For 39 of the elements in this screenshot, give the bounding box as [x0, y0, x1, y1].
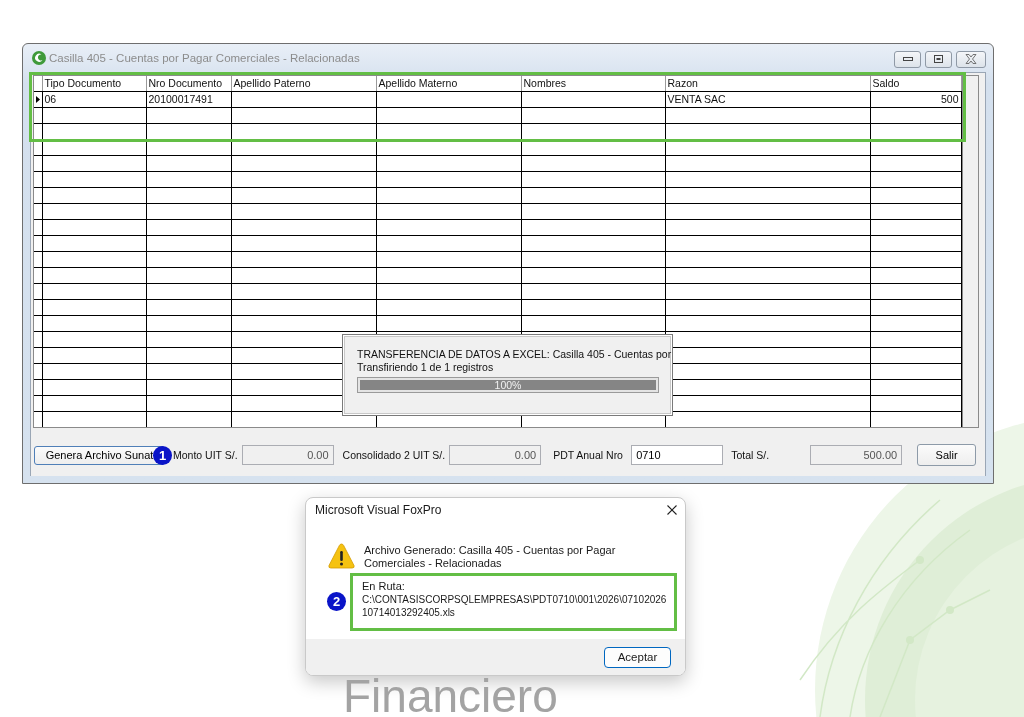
column-header[interactable]: Saldo: [870, 76, 961, 92]
table-cell: VENTA SAC: [665, 91, 870, 108]
window-title: Casilla 405 - Cuentas por Pagar Comerciales - Relacionadas: [49, 52, 360, 64]
dialog-title: Microsoft Visual FoxPro: [315, 503, 442, 517]
input-field[interactable]: 0710: [631, 445, 724, 465]
progress-message: TRANSFERENCIA DE DATOS A EXCEL: Casilla 405 - Cuentas por: [357, 348, 672, 361]
table-cell: 06: [42, 91, 146, 108]
route-label: En Ruta:: [362, 580, 405, 593]
field-label: Consolidado 2 UIT S/.: [342, 449, 446, 461]
accept-button[interactable]: Aceptar: [604, 646, 671, 668]
table-cell: 500: [870, 91, 961, 108]
column-header[interactable]: Nro Documento: [146, 76, 231, 92]
progress-status: Transfiriendo 1 de 1 registros: [357, 361, 494, 374]
field-label: PDT Anual Nro: [553, 449, 624, 461]
field-label: Total S/.: [731, 449, 771, 461]
field-label: Monto UIT S/.: [173, 449, 238, 461]
app-logo-icon: [32, 51, 46, 65]
column-header[interactable]: Nombres: [521, 76, 665, 92]
warning-icon: [328, 543, 355, 569]
column-header[interactable]: Apellido Paterno: [231, 76, 376, 92]
close-icon: [667, 505, 677, 515]
minimize-button[interactable]: [894, 50, 921, 68]
maximize-button[interactable]: [925, 50, 952, 68]
step-badge: 1: [153, 445, 172, 465]
table-cell: 20100017491: [146, 91, 231, 108]
step-badge: 2: [327, 592, 346, 611]
exit-button[interactable]: Salir: [917, 444, 977, 466]
file-path: C:\CONTASISCORPSQLEMPRESAS\PDT0710\001\2026\07102026: [362, 593, 667, 606]
close-button[interactable]: [667, 505, 677, 515]
column-header[interactable]: Apellido Materno: [376, 76, 521, 92]
progress-percent: 100%: [493, 379, 523, 391]
column-header[interactable]: Razon: [665, 76, 870, 92]
background-caption: Financiero: [343, 676, 558, 717]
minimize-icon: [902, 57, 913, 61]
dialog-message: Archivo Generado: Casilla 405 - Cuentas por Pagar Comerciales - Relacionadas: [364, 544, 617, 570]
close-icon: [965, 54, 977, 64]
maximize-icon: [934, 55, 943, 63]
file-path: 10714013292405.xls: [362, 606, 455, 619]
column-header[interactable]: Tipo Documento: [42, 76, 146, 92]
